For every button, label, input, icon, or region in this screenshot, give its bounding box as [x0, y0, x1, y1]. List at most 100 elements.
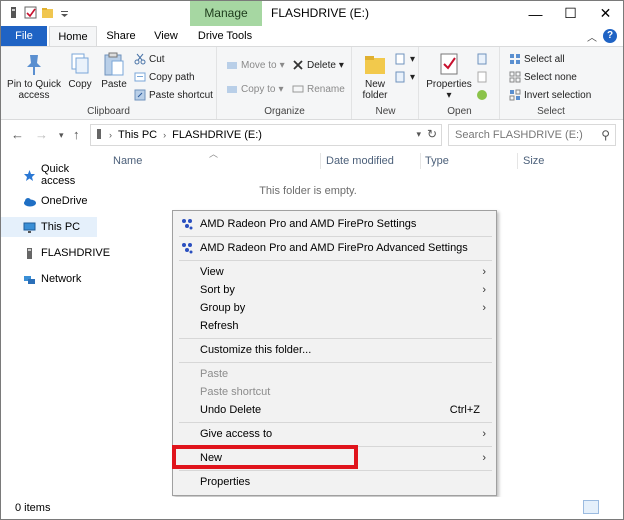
customize-qat-icon[interactable]	[58, 6, 71, 19]
paste-shortcut-button[interactable]: Paste shortcut	[134, 89, 213, 101]
menu-item-label: Properties	[200, 476, 251, 488]
chevron-down-icon: ▾	[279, 59, 285, 71]
address-bar[interactable]: › This PC › FLASHDRIVE (E:) ▾ ↻	[90, 124, 442, 146]
manage-context-tab[interactable]: Manage	[190, 1, 262, 26]
new-folder-label: New folder	[362, 79, 388, 101]
refresh-icon[interactable]: ↻	[427, 127, 437, 141]
cut-label: Cut	[149, 53, 165, 65]
open-button[interactable]	[476, 53, 488, 65]
maximize-button[interactable]: ☐	[553, 1, 588, 26]
quick-access-toolbar	[7, 6, 71, 19]
address-dropdown-icon[interactable]: ▾	[416, 129, 421, 140]
large-icons-view-button[interactable]	[601, 500, 617, 514]
nav-flashdrive[interactable]: FLASHDRIVE	[1, 243, 110, 263]
menu-item-refresh[interactable]: Refresh	[173, 317, 496, 335]
menu-item-amd-settings[interactable]: AMD Radeon Pro and AMD FirePro Settings	[173, 215, 496, 233]
tab-drive-tools[interactable]: Drive Tools	[193, 26, 257, 46]
details-view-button[interactable]	[583, 500, 599, 514]
column-divider[interactable]	[517, 153, 518, 169]
select-none-button[interactable]: Select none	[509, 71, 577, 83]
breadcrumb-this-pc[interactable]: This PC	[118, 129, 157, 141]
chevron-right-icon: ›	[482, 284, 486, 296]
organize-group: Move to ▾ Copy to ▾ Delete ▾ Rename Organiz…	[218, 47, 352, 119]
paste-label: Paste	[101, 79, 127, 90]
select-all-icon	[509, 53, 521, 65]
chevron-down-icon: ▾	[410, 71, 416, 83]
close-button[interactable]: ✕	[588, 1, 623, 26]
menu-item-label: AMD Radeon Pro and AMD FirePro Advanced …	[200, 242, 468, 254]
new-group: New folder ▾ ▾ New	[353, 47, 419, 119]
select-all-label: Select all	[524, 53, 565, 65]
column-size[interactable]: Size	[523, 155, 544, 167]
search-input[interactable]: Search FLASHDRIVE (E:) ⚲	[448, 124, 616, 146]
new-group-label: New	[375, 106, 396, 117]
menu-item-group-by[interactable]: Group by ›	[173, 299, 496, 317]
column-name[interactable]: Name	[113, 155, 142, 167]
copy-path-label: Copy path	[149, 71, 195, 83]
column-date-modified[interactable]: Date modified	[326, 155, 394, 167]
menu-item-give-access[interactable]: Give access to ›	[173, 425, 496, 443]
highlight-box	[172, 445, 358, 469]
rename-button[interactable]: Rename	[292, 83, 345, 95]
menu-item-amd-advanced-settings[interactable]: AMD Radeon Pro and AMD FirePro Advanced …	[173, 239, 496, 257]
copy-path-button[interactable]: Copy path	[134, 71, 195, 83]
up-arrow-icon[interactable]: ↑	[73, 127, 80, 142]
collapse-ribbon-icon[interactable]: ︿	[587, 29, 597, 44]
menu-item-customize-folder[interactable]: Customize this folder...	[173, 341, 496, 359]
easy-access-icon	[395, 71, 407, 83]
monitor-icon	[23, 221, 36, 234]
edit-button[interactable]	[476, 71, 488, 83]
nav-this-pc[interactable]: This PC	[1, 217, 97, 237]
back-arrow-icon[interactable]: ←	[11, 127, 24, 142]
menu-item-properties[interactable]: Properties	[173, 473, 496, 491]
column-divider[interactable]	[420, 153, 421, 169]
menu-item-undo-delete[interactable]: Undo Delete Ctrl+Z	[173, 401, 496, 419]
open-group-label: Open	[447, 106, 472, 117]
tab-view[interactable]: View	[147, 26, 185, 46]
network-icon	[23, 273, 36, 286]
new-folder-icon[interactable]	[41, 6, 54, 19]
menu-item-paste[interactable]: Paste	[173, 365, 496, 383]
menu-item-sort-by[interactable]: Sort by ›	[173, 281, 496, 299]
tab-file[interactable]: File	[1, 26, 47, 46]
tab-share[interactable]: Share	[101, 26, 141, 46]
paste-button[interactable]: Paste	[99, 51, 129, 90]
history-button[interactable]	[476, 89, 488, 101]
menu-separator	[179, 422, 492, 423]
delete-button[interactable]: Delete ▾	[292, 59, 344, 71]
nav-onedrive[interactable]: OneDrive	[1, 191, 97, 211]
column-type[interactable]: Type	[425, 155, 449, 167]
minimize-button[interactable]: —	[518, 1, 553, 26]
properties-check-icon[interactable]	[24, 6, 37, 19]
help-icon[interactable]: ?	[603, 29, 617, 43]
drive-icon[interactable]	[7, 6, 20, 19]
easy-access-button[interactable]: ▾	[395, 71, 415, 83]
select-all-button[interactable]: Select all	[509, 53, 565, 65]
chevron-right-icon: ›	[482, 428, 486, 440]
copy-button[interactable]: Copy	[67, 51, 93, 90]
menu-item-label: AMD Radeon Pro and AMD FirePro Settings	[200, 218, 417, 230]
column-divider[interactable]	[320, 153, 321, 169]
pin-quick-access-button[interactable]: Pin to Quick access	[5, 51, 63, 101]
menu-item-view[interactable]: View ›	[173, 263, 496, 281]
move-to-button[interactable]: Move to ▾	[226, 59, 285, 71]
invert-selection-button[interactable]: Invert selection	[509, 89, 591, 101]
properties-button[interactable]: Properties ▾	[424, 51, 474, 101]
forward-arrow-icon[interactable]: →	[35, 127, 48, 142]
menu-separator	[179, 362, 492, 363]
breadcrumb-separator-icon: ›	[163, 130, 167, 140]
cut-button[interactable]: Cut	[134, 53, 165, 65]
tab-home[interactable]: Home	[49, 26, 97, 46]
menu-item-paste-shortcut[interactable]: Paste shortcut	[173, 383, 496, 401]
navigation-bar: ← → ▾ ↑ › This PC › FLASHDRIVE (E:) ▾ ↻ …	[1, 121, 623, 149]
copy-to-button[interactable]: Copy to ▾	[226, 83, 284, 95]
new-folder-button[interactable]: New folder	[357, 51, 393, 101]
nav-quick-access[interactable]: Quick access	[1, 163, 97, 187]
recent-locations-icon[interactable]: ▾	[59, 130, 64, 141]
nav-quick-access-label: Quick access	[41, 163, 76, 187]
new-item-button[interactable]: ▾	[395, 53, 415, 65]
select-none-label: Select none	[524, 71, 577, 83]
chevron-right-icon: ›	[482, 452, 486, 464]
nav-network[interactable]: Network	[1, 269, 97, 289]
breadcrumb-flashdrive[interactable]: FLASHDRIVE (E:)	[172, 129, 262, 141]
